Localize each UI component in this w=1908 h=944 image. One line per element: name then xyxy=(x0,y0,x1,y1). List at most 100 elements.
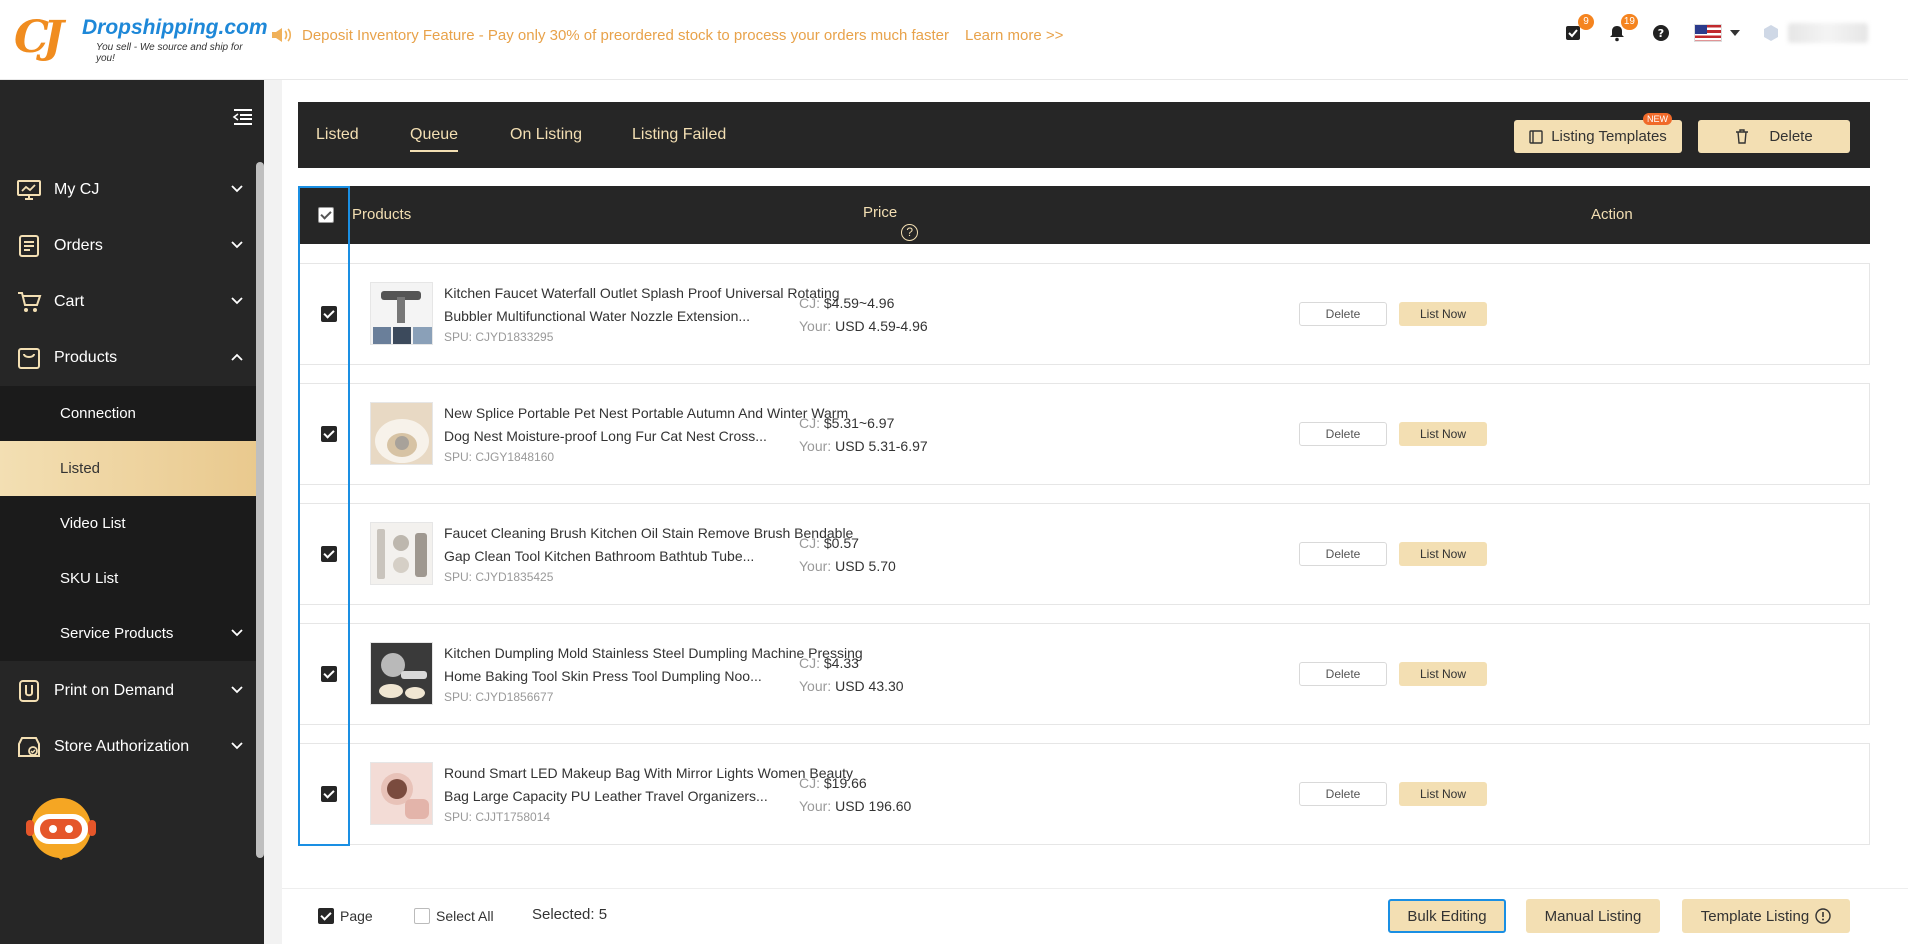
row-delete-button[interactable]: Delete xyxy=(1299,782,1387,806)
product-price: CJ: $4.33 Your: USD 43.30 xyxy=(799,652,904,698)
question-icon: ? xyxy=(1653,25,1669,41)
sidebar-item-orders[interactable]: Orders xyxy=(0,218,256,274)
sidebar-item-store-authorization[interactable]: Store Authorization xyxy=(0,719,256,775)
table-row: Faucet Cleaning Brush Kitchen Oil Stain … xyxy=(298,503,1870,605)
your-price-label: Your: xyxy=(799,558,832,574)
sidebar-subitem-listed[interactable]: Listed xyxy=(0,441,256,496)
row-delete-button[interactable]: Delete xyxy=(1299,422,1387,446)
sidebar-item-my-cj[interactable]: My CJ xyxy=(0,162,256,218)
monitor-icon xyxy=(17,180,41,200)
bulk-action-footer: Page Select All Selected: 5 Bulk Editing… xyxy=(282,888,1908,944)
your-price-label: Your: xyxy=(799,798,832,814)
row-checkbox[interactable] xyxy=(321,666,337,682)
your-price-label: Your: xyxy=(799,678,832,694)
cj-price: $19.66 xyxy=(823,775,867,791)
logo-mark: CJ xyxy=(14,12,64,63)
chevron-down-icon xyxy=(231,241,243,249)
sidebar-item-label: My CJ xyxy=(54,181,100,198)
notifications-button[interactable]: 19 xyxy=(1606,14,1638,44)
row-delete-button[interactable]: Delete xyxy=(1299,302,1387,326)
header-price: Price? xyxy=(863,204,919,241)
row-checkbox[interactable] xyxy=(321,546,337,562)
listing-templates-button[interactable]: Listing Templates NEW xyxy=(1514,113,1682,153)
language-selector[interactable] xyxy=(1694,24,1740,42)
list-now-button[interactable]: List Now xyxy=(1399,422,1487,446)
help-button[interactable]: ? xyxy=(1650,22,1672,44)
makeup-bag-image xyxy=(371,763,432,824)
template-listing-label: Template Listing xyxy=(1700,907,1810,925)
sidebar-subitem-label: SKU List xyxy=(60,570,119,587)
sidebar-subitem-label: Listed xyxy=(60,460,101,477)
bulk-editing-label: Bulk Editing xyxy=(1407,907,1487,925)
page-label: Page xyxy=(340,908,373,924)
main-content: Listed Queue On Listing Listing Failed L… xyxy=(282,80,1908,890)
product-thumbnail[interactable] xyxy=(370,762,433,825)
list-now-button[interactable]: List Now xyxy=(1399,662,1487,686)
cart-icon xyxy=(18,292,42,312)
delete-button[interactable]: Delete xyxy=(1698,120,1850,153)
sidebar-subitem-label: Video List xyxy=(60,515,126,532)
product-thumbnail[interactable] xyxy=(370,402,433,465)
pet-nest-image xyxy=(371,403,432,464)
us-flag-icon xyxy=(1694,24,1722,42)
selected-count: Selected: 5 xyxy=(532,906,608,923)
delete-label: Delete xyxy=(1769,128,1813,145)
row-checkbox[interactable] xyxy=(321,306,337,322)
template-listing-button[interactable]: Template Listing xyxy=(1682,899,1850,933)
question-circle-icon[interactable]: ? xyxy=(901,224,919,241)
sidebar-item-cart[interactable]: Cart xyxy=(0,274,256,330)
page-checkbox[interactable] xyxy=(318,908,334,924)
select-all-checkbox[interactable] xyxy=(414,908,430,924)
sidebar-item-products[interactable]: Products xyxy=(0,330,256,386)
select-all-option[interactable]: Select All xyxy=(414,908,494,924)
row-checkbox[interactable] xyxy=(321,786,337,802)
sidebar-scrollbar[interactable] xyxy=(256,162,264,858)
header-products: Products xyxy=(352,206,412,223)
sidebar-item-label: Store Authorization xyxy=(54,738,190,755)
product-thumbnail[interactable] xyxy=(370,642,433,705)
product-thumbnail[interactable] xyxy=(370,522,433,585)
product-price: CJ: $5.31~6.97 Your: USD 5.31-6.97 xyxy=(799,412,928,458)
row-checkbox[interactable] xyxy=(321,426,337,442)
listing-tabs: Listed Queue On Listing Listing Failed L… xyxy=(298,102,1870,168)
collapse-menu-icon[interactable] xyxy=(232,108,254,126)
list-now-button[interactable]: List Now xyxy=(1399,782,1487,806)
row-delete-button[interactable]: Delete xyxy=(1299,542,1387,566)
table-row: Round Smart LED Makeup Bag With Mirror L… xyxy=(298,743,1870,845)
select-all-label: Select All xyxy=(436,908,494,924)
tab-queue[interactable]: Queue xyxy=(410,126,459,152)
chat-assistant-robot-icon[interactable] xyxy=(22,792,100,864)
sidebar-subitem-service-products[interactable]: Service Products xyxy=(0,606,256,661)
sidebar-subitem-connection[interactable]: Connection xyxy=(0,386,256,441)
learn-more-link[interactable]: Learn more >> xyxy=(965,27,1063,44)
tab-listing-failed[interactable]: Listing Failed xyxy=(632,126,726,144)
select-page-option[interactable]: Page xyxy=(318,908,373,924)
svg-text:?: ? xyxy=(1658,27,1664,40)
product-price: CJ: $4.59~4.96 Your: USD 4.59-4.96 xyxy=(799,292,928,338)
header-select-all-checkbox[interactable] xyxy=(318,207,334,223)
your-price: USD 5.70 xyxy=(835,558,896,574)
cj-price-label: CJ: xyxy=(799,415,820,431)
product-spu: SPU: CJJT1758014 xyxy=(444,810,551,824)
product-spu: SPU: CJYD1856677 xyxy=(444,690,554,704)
list-now-button[interactable]: List Now xyxy=(1399,542,1487,566)
sidebar-subitem-video-list[interactable]: Video List xyxy=(0,496,256,551)
product-spu: SPU: CJYD1835425 xyxy=(444,570,554,584)
bulk-editing-button[interactable]: Bulk Editing xyxy=(1388,899,1506,933)
manual-listing-button[interactable]: Manual Listing xyxy=(1526,899,1660,933)
sidebar-subitem-label: Service Products xyxy=(60,625,174,642)
tasks-button[interactable]: 9 xyxy=(1562,14,1594,44)
sidebar-item-label: Orders xyxy=(54,237,103,254)
sidebar-subitem-sku-list[interactable]: SKU List xyxy=(0,551,256,606)
brand-logo[interactable]: CJ Dropshipping.com You sell - We source… xyxy=(14,12,268,64)
row-delete-button[interactable]: Delete xyxy=(1299,662,1387,686)
user-menu[interactable] xyxy=(1762,23,1868,43)
list-now-button[interactable]: List Now xyxy=(1399,302,1487,326)
sidebar-item-print-on-demand[interactable]: Print on Demand xyxy=(0,663,256,719)
announcement-text: Deposit Inventory Feature - Pay only 30%… xyxy=(302,26,949,44)
product-thumbnail[interactable] xyxy=(370,282,433,345)
table-header: Products Price? Action xyxy=(298,186,1870,244)
tab-listed[interactable]: Listed xyxy=(316,126,359,144)
tab-on-listing[interactable]: On Listing xyxy=(510,126,582,144)
new-badge: NEW xyxy=(1643,113,1672,125)
